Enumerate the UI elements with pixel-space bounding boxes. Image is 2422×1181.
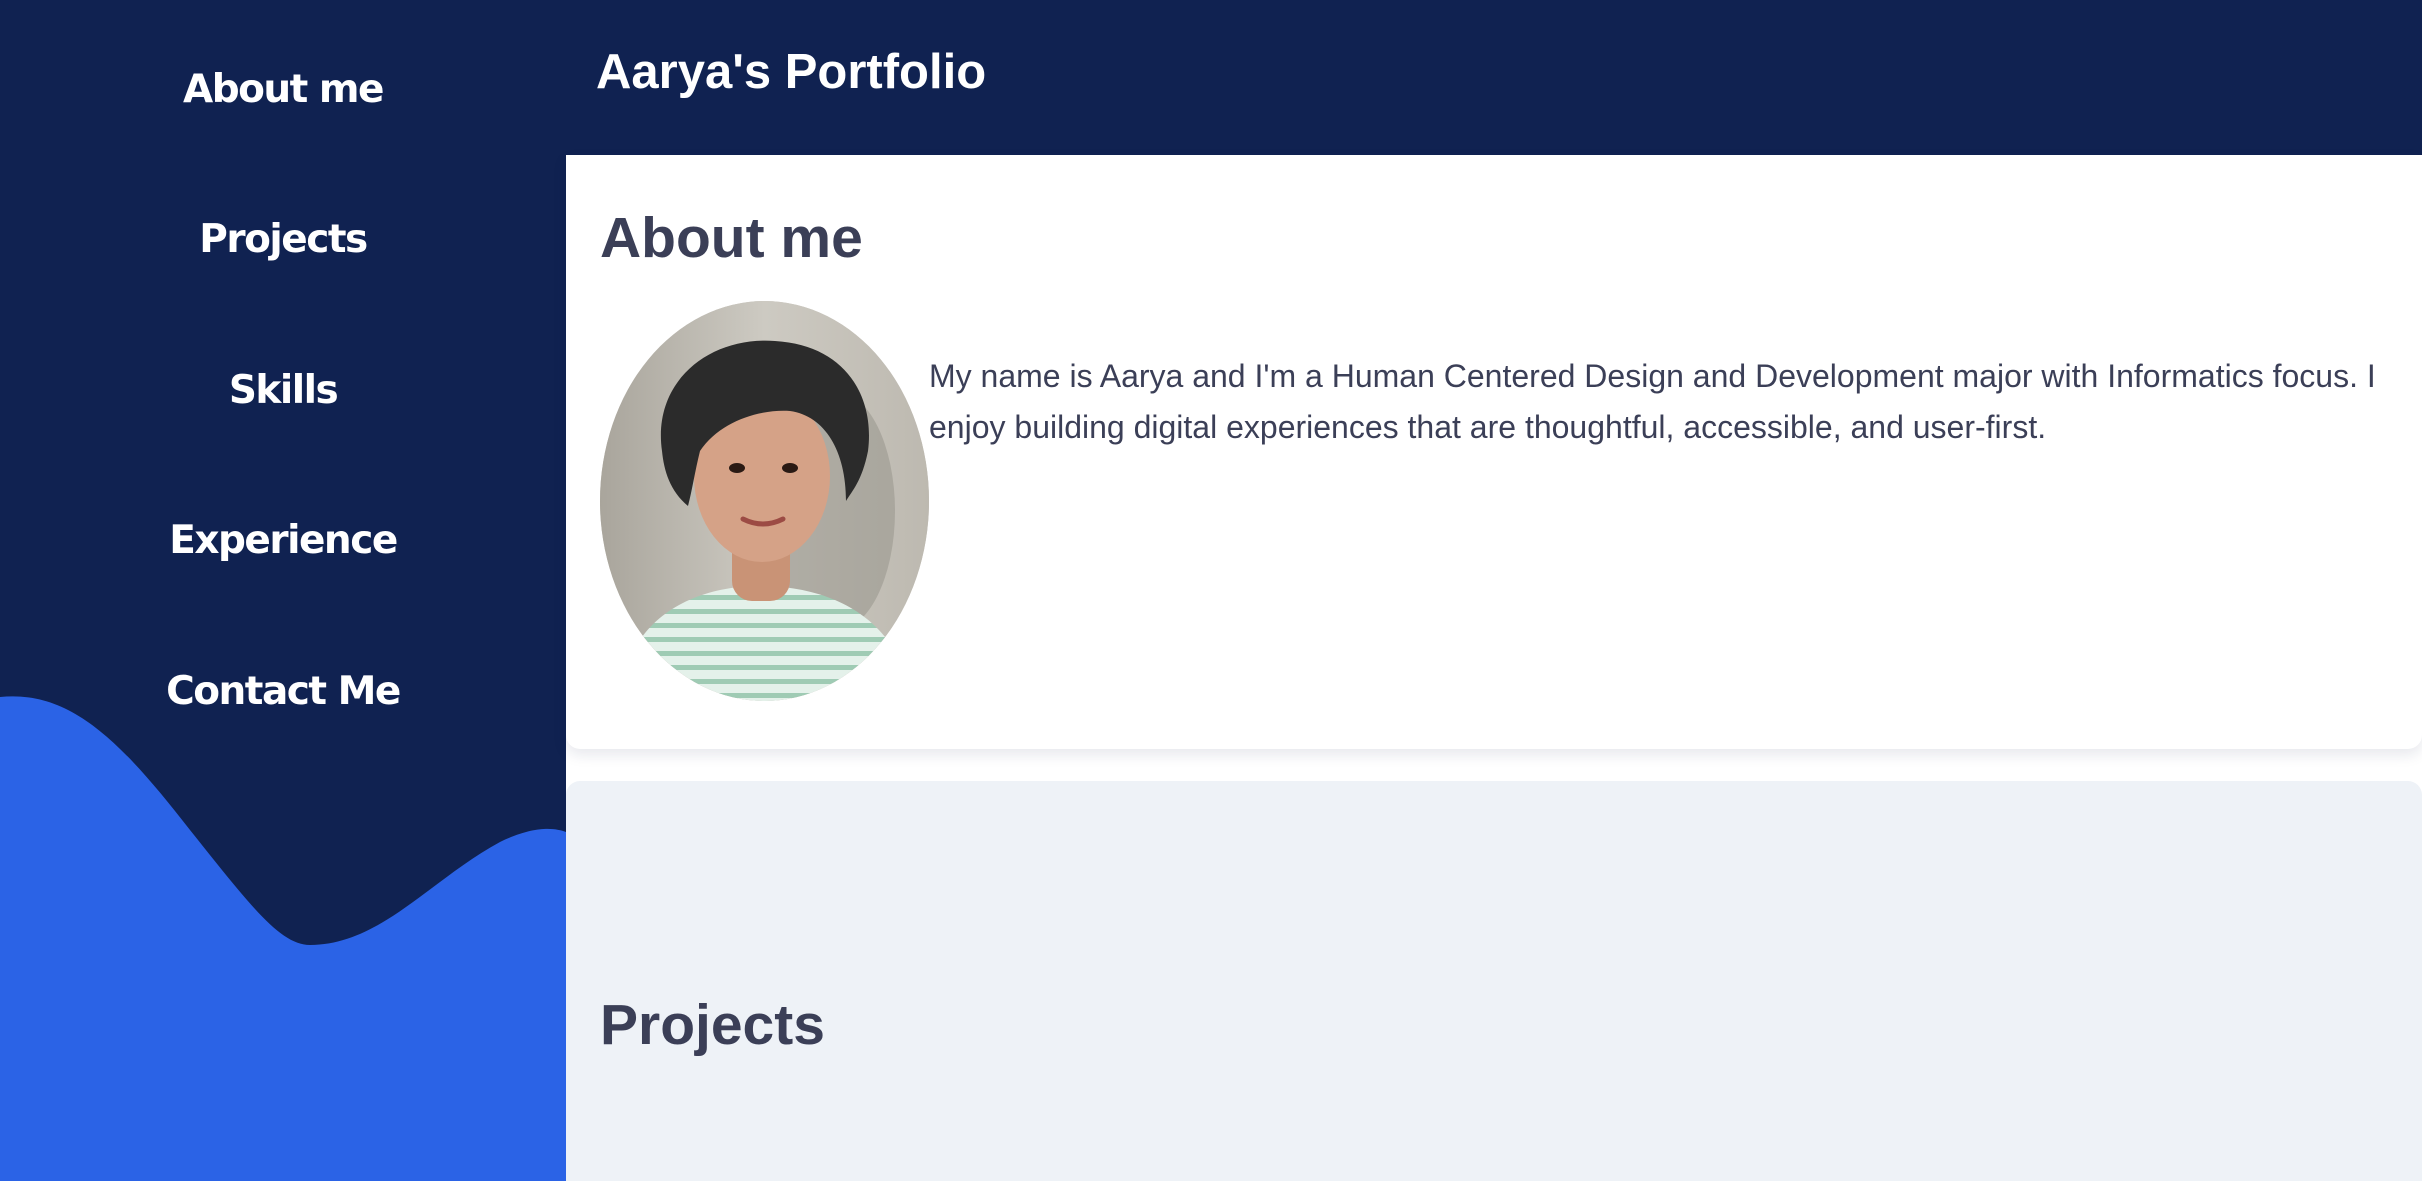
portfolio-page: About me Projects Skills Experience Cont… (0, 0, 2422, 1181)
sidebar-item-projects[interactable]: Projects (0, 199, 566, 279)
profile-photo (600, 301, 929, 701)
sidebar-item-skills[interactable]: Skills (0, 350, 566, 430)
sidebar-item-about-me[interactable]: About me (0, 49, 566, 129)
sidebar-item-experience[interactable]: Experience (0, 500, 566, 580)
projects-section: Projects (566, 781, 2422, 1181)
site-header: Aarya's Portfolio (566, 0, 2422, 155)
main-content: About me My name is Aarya and I'm a Huma… (566, 155, 2422, 1181)
projects-heading: Projects (600, 993, 825, 1057)
sidebar-item-contact-me[interactable]: Contact Me (0, 651, 566, 731)
wave-decoration (0, 696, 566, 1181)
about-section: About me My name is Aarya and I'm a Huma… (566, 155, 2422, 749)
about-bio-text: My name is Aarya and I'm a Human Centere… (929, 358, 2376, 445)
about-heading: About me (600, 206, 863, 270)
sidebar: About me Projects Skills Experience Cont… (0, 0, 566, 1181)
site-title: Aarya's Portfolio (596, 45, 987, 99)
